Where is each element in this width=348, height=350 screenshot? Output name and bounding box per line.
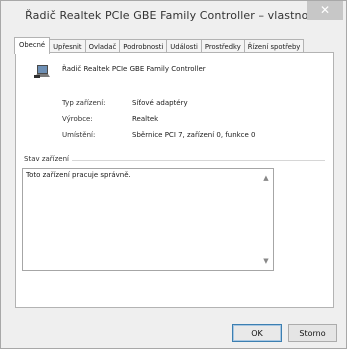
device-type-value: Síťové adaptéry [132, 99, 188, 107]
device-status-text: Toto zařízení pracuje správně. [26, 171, 131, 179]
title-bar: Řadič Realtek PCIe GBE Family Controller… [1, 1, 346, 31]
device-type-label: Typ zařízení: [62, 99, 106, 107]
device-name: Řadič Realtek PCIe GBE Family Controller [62, 65, 206, 73]
tab-strip: Obecné Upřesnit Ovladač Podrobnosti Udál… [14, 37, 305, 54]
cancel-button[interactable]: Storno [288, 324, 337, 342]
general-tab-panel: Řadič Realtek PCIe GBE Family Controller… [15, 52, 334, 308]
ok-button[interactable]: OK [232, 324, 282, 342]
manufacturer-value: Realtek [132, 115, 159, 123]
properties-dialog: Řadič Realtek PCIe GBE Family Controller… [0, 0, 347, 349]
status-scrollbar[interactable]: ▲ ▼ [260, 170, 272, 269]
window-title: Řadič Realtek PCIe GBE Family Controller… [25, 9, 322, 22]
location-value: Sběrnice PCI 7, zařízení 0, funkce 0 [132, 131, 256, 139]
location-label: Umístění: [62, 131, 96, 139]
close-icon: ✕ [319, 3, 331, 17]
device-status-group-title: Stav zařízení [24, 155, 72, 163]
device-status-textbox[interactable]: Toto zařízení pracuje správně. ▲ ▼ [22, 168, 274, 271]
scroll-down-icon[interactable]: ▼ [262, 257, 270, 265]
manufacturer-label: Výrobce: [62, 115, 93, 123]
tab-general[interactable]: Obecné [14, 37, 51, 54]
scroll-up-icon[interactable]: ▲ [262, 174, 270, 182]
close-button[interactable]: ✕ [307, 1, 343, 20]
network-adapter-icon [34, 65, 50, 78]
